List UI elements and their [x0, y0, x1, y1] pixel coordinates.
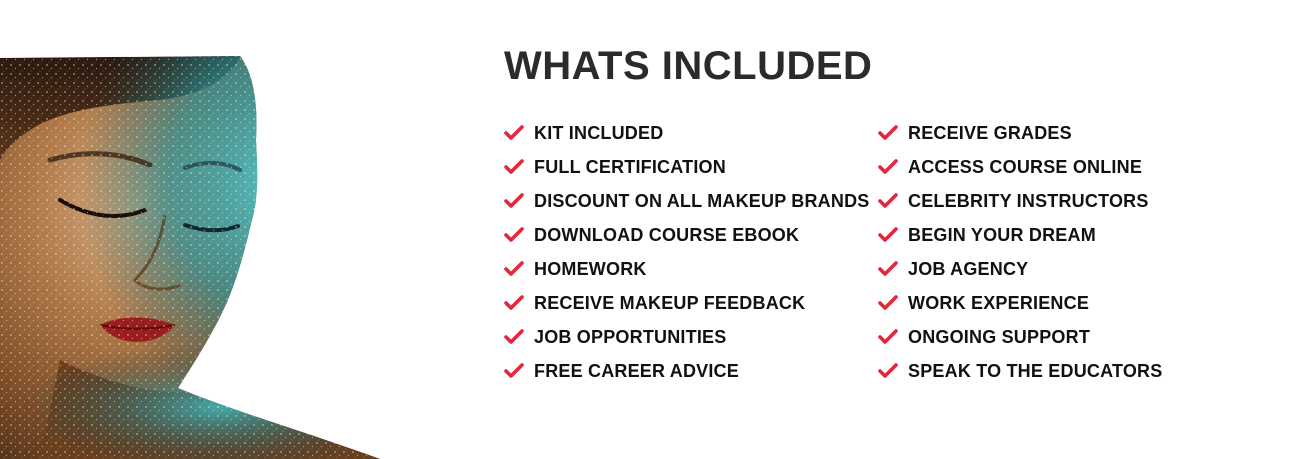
- checkmark-icon: [878, 363, 898, 378]
- feature-label: RECEIVE MAKEUP FEEDBACK: [534, 292, 806, 313]
- feature-label: ONGOING SUPPORT: [908, 326, 1091, 347]
- checkmark-icon: [878, 261, 898, 276]
- list-item: JOB OPPORTUNITIES: [504, 320, 869, 354]
- list-item: RECEIVE MAKEUP FEEDBACK: [504, 286, 869, 320]
- list-item: FULL CERTIFICATION: [504, 150, 869, 184]
- checkmark-icon: [878, 227, 898, 242]
- list-item: SPEAK TO THE EDUCATORS: [878, 354, 1162, 388]
- list-item: HOMEWORK: [504, 252, 869, 286]
- feature-label: SPEAK TO THE EDUCATORS: [908, 360, 1163, 381]
- list-item: RECEIVE GRADES: [878, 116, 1162, 150]
- feature-label: DISCOUNT ON ALL MAKEUP BRANDS: [534, 190, 870, 211]
- feature-label: DOWNLOAD COURSE EBOOK: [534, 224, 800, 245]
- checkmark-icon: [504, 363, 524, 378]
- section-title: WHATS INCLUDED: [504, 44, 873, 88]
- features-column-right: RECEIVE GRADES ACCESS COURSE ONLINE CELE…: [878, 116, 1162, 388]
- feature-label: FULL CERTIFICATION: [534, 156, 726, 177]
- feature-label: WORK EXPERIENCE: [908, 292, 1090, 313]
- list-item: CELEBRITY INSTRUCTORS: [878, 184, 1162, 218]
- checkmark-icon: [504, 295, 524, 310]
- checkmark-icon: [504, 261, 524, 276]
- feature-label: BEGIN YOUR DREAM: [908, 224, 1096, 245]
- checkmark-icon: [878, 329, 898, 344]
- list-item: ONGOING SUPPORT: [878, 320, 1162, 354]
- feature-label: RECEIVE GRADES: [908, 122, 1072, 143]
- feature-label: JOB OPPORTUNITIES: [534, 326, 727, 347]
- list-item: DISCOUNT ON ALL MAKEUP BRANDS: [504, 184, 869, 218]
- features-column-left: KIT INCLUDED FULL CERTIFICATION DISCOUNT…: [504, 116, 869, 388]
- list-item: DOWNLOAD COURSE EBOOK: [504, 218, 869, 252]
- list-item: WORK EXPERIENCE: [878, 286, 1162, 320]
- features-content: WHATS INCLUDED KIT INCLUDED FULL CERTIFI…: [504, 42, 1264, 381]
- feature-label: FREE CAREER ADVICE: [534, 360, 739, 381]
- checkmark-icon: [878, 125, 898, 140]
- checkmark-icon: [504, 227, 524, 242]
- feature-label: KIT INCLUDED: [534, 122, 664, 143]
- whats-included-section: WHATS INCLUDED KIT INCLUDED FULL CERTIFI…: [0, 0, 1290, 459]
- feature-label: JOB AGENCY: [908, 258, 1029, 279]
- checkmark-icon: [878, 159, 898, 174]
- list-item: JOB AGENCY: [878, 252, 1162, 286]
- checkmark-icon: [878, 295, 898, 310]
- checkmark-icon: [504, 125, 524, 140]
- glitter-makeup-face-photo: [0, 56, 380, 459]
- checkmark-icon: [504, 193, 524, 208]
- list-item: FREE CAREER ADVICE: [504, 354, 869, 388]
- checkmark-icon: [504, 329, 524, 344]
- feature-label: ACCESS COURSE ONLINE: [908, 156, 1143, 177]
- checkmark-icon: [504, 159, 524, 174]
- list-item: KIT INCLUDED: [504, 116, 869, 150]
- list-item: ACCESS COURSE ONLINE: [878, 150, 1162, 184]
- list-item: BEGIN YOUR DREAM: [878, 218, 1162, 252]
- feature-label: CELEBRITY INSTRUCTORS: [908, 190, 1149, 211]
- feature-label: HOMEWORK: [534, 258, 647, 279]
- checkmark-icon: [878, 193, 898, 208]
